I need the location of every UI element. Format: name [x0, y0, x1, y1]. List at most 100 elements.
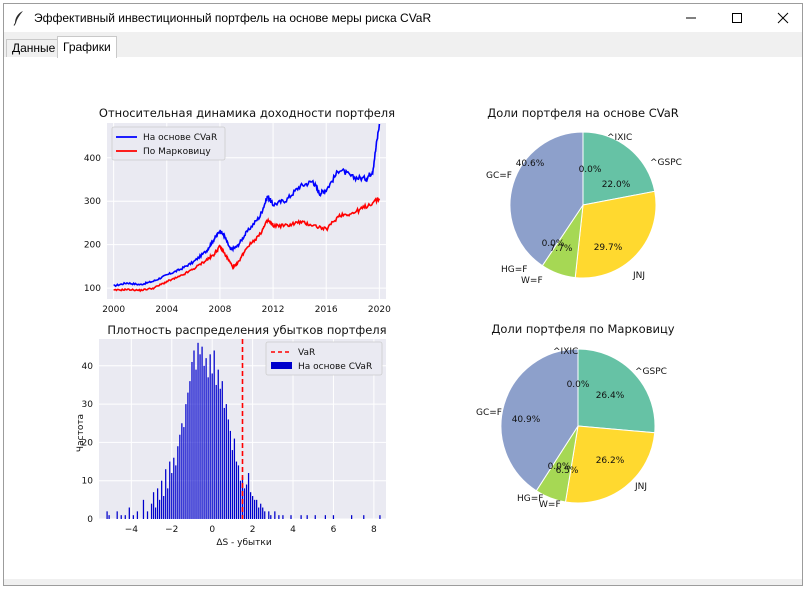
hist-bar	[169, 461, 171, 519]
returns-ytick-label: 400	[84, 154, 101, 164]
hist-bar	[191, 361, 193, 519]
returns-xtick-label: 2016	[315, 305, 338, 315]
hist-bar	[245, 484, 248, 519]
hist-ylabel: Частота	[76, 414, 86, 452]
pie-cvar-pct-gcf: 40.6%	[516, 159, 545, 169]
hist-xtick-label: −2	[165, 525, 178, 535]
minimize-icon	[686, 17, 696, 19]
hist-bar	[187, 392, 189, 519]
hist-bar	[136, 511, 139, 519]
hist-ytick-label: 0	[87, 515, 93, 525]
pie-cvar-title: Доли портфеля на основе CVaR	[487, 106, 679, 120]
hist-bar	[278, 515, 280, 519]
pie-mark-label-jnj: JNJ	[634, 482, 647, 492]
hist-bar	[268, 511, 270, 519]
window-bottom-frame	[4, 579, 802, 585]
tab-charts[interactable]: Графики	[57, 36, 117, 58]
pie-cvar-label-gspc: ^GSPC	[650, 158, 682, 168]
hist-bar	[163, 496, 165, 519]
hist-bar	[231, 450, 234, 519]
hist-bar	[332, 515, 335, 519]
returns-xtick-label: 2008	[208, 305, 231, 315]
hist-bar	[171, 473, 173, 519]
pie-cvar-label-hgf: HG=F	[501, 265, 527, 275]
hist-bar	[156, 488, 159, 519]
minimize-button[interactable]	[668, 4, 714, 32]
hist-bar	[227, 419, 229, 519]
hist-bar	[262, 507, 264, 519]
hist-bar	[290, 515, 292, 519]
charts-panel: Относительная динамика доходности портфе…	[4, 57, 802, 579]
hist-bar	[189, 381, 191, 519]
hist-bar	[243, 488, 246, 519]
hist-bar	[161, 480, 163, 519]
hist-ytick-label: 40	[82, 362, 94, 372]
hist-bar	[235, 461, 238, 519]
close-button[interactable]	[760, 4, 802, 32]
tab-data[interactable]: Данные	[6, 39, 62, 58]
pie-cvar-label-gcf: GC=F	[486, 171, 512, 181]
hist-bar	[260, 503, 262, 519]
returns-xtick-label: 2004	[155, 305, 178, 315]
hist-bar	[150, 503, 153, 519]
hist-bar	[249, 492, 252, 519]
hist-bar	[142, 499, 145, 519]
hist-bar	[258, 507, 260, 519]
app-window: Эффективный инвестиционный портфель на о…	[3, 3, 803, 586]
hist-bar	[154, 507, 157, 519]
hist-bar	[199, 354, 201, 519]
returns-xtick-label: 2020	[368, 305, 391, 315]
hist-xtick-label: 2	[250, 525, 256, 535]
hist-xtick-label: 0	[209, 525, 215, 535]
hist-bar	[306, 515, 308, 519]
maximize-icon	[732, 13, 742, 23]
hist-bar	[211, 373, 213, 519]
pie-cvar-pct-ixic: 0.0%	[579, 165, 602, 175]
hist-bar	[128, 507, 130, 519]
hist-bar	[254, 499, 256, 519]
hist-bar	[181, 423, 183, 519]
hist-bar	[324, 515, 326, 519]
maximize-button[interactable]	[714, 4, 760, 32]
hist-bar	[282, 515, 284, 519]
hist-bar	[183, 427, 185, 519]
hist-bar	[225, 404, 227, 519]
hist-bar	[217, 369, 219, 519]
legend-label-var: VaR	[298, 348, 315, 358]
returns-chart-title: Относительная динамика доходности портфе…	[99, 106, 395, 120]
hist-bar	[165, 469, 167, 519]
legend-swatch-cvar	[271, 362, 292, 369]
hist-bar	[185, 404, 187, 519]
returns-legend: На основе CVaR По Марковицу	[111, 126, 226, 161]
title-bar[interactable]: Эффективный инвестиционный портфель на о…	[4, 4, 802, 32]
hist-bar	[195, 369, 197, 519]
hist-xlabel: ΔS - убытки	[216, 538, 272, 548]
pie-cvar-label-ixic: ^IXIC	[607, 133, 632, 143]
close-icon	[777, 12, 789, 24]
legend-label-cvar-hist: На основе CVaR	[298, 362, 372, 372]
hist-bar	[239, 480, 242, 519]
figure-canvas: Относительная динамика доходности портфе…	[76, 106, 682, 548]
pie-cvar-label-wf: W=F	[521, 276, 543, 286]
hist-bar	[215, 384, 217, 519]
hist-bar	[221, 381, 223, 519]
pie-mark-pct-jnj: 26.2%	[596, 456, 625, 466]
pie-cvar-pct-wf: 7.7%	[550, 244, 573, 254]
hist-bar	[233, 438, 236, 519]
hist-bar	[203, 365, 205, 519]
hist-bar	[124, 515, 126, 519]
hist-ytick-label: 30	[82, 400, 94, 410]
hist-bar	[175, 465, 177, 519]
hist-bar	[167, 488, 169, 519]
returns-chart: Относительная динамика доходности портфе…	[84, 106, 395, 315]
pie-mark-pct-gcf: 40.9%	[512, 415, 541, 425]
hist-bar	[173, 457, 175, 519]
hist-bar	[264, 511, 266, 519]
legend-label-cvar: На основе CVaR	[143, 133, 217, 143]
hist-bar	[363, 515, 365, 519]
hist-bar	[146, 511, 149, 519]
returns-xtick-label: 2000	[102, 305, 125, 315]
hist-bar	[213, 350, 215, 519]
hist-bar	[237, 465, 240, 519]
hist-bar	[223, 407, 225, 519]
